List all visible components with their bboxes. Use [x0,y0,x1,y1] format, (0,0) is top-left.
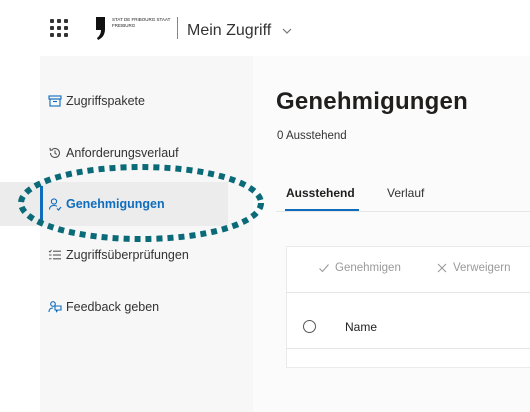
app-title[interactable]: Mein Zugriff [187,22,271,40]
chevron-down-icon[interactable] [282,28,292,34]
fribourg-logo-icon [96,17,105,40]
column-header-name[interactable]: Name [345,320,377,334]
approve-label: Genehmigen [335,262,401,274]
approve-button[interactable]: Genehmigen [318,262,401,274]
header-divider [177,17,178,39]
top-bar: STAT DE FRIBOURG STAAT FREIBURG Mein Zug… [40,0,530,57]
deny-label: Verweigern [453,262,511,274]
table-header-row [286,312,530,349]
logo-text: STAT DE FRIBOURG STAAT FREIBURG [112,17,171,28]
pending-count: 0 Ausstehend [277,130,347,142]
checklist-icon [48,249,61,260]
page-title: Genehmigungen [276,88,468,115]
annotation-highlight-ring [18,164,264,242]
select-all-checkbox[interactable] [303,320,316,333]
tabs-divider [276,211,530,212]
tab-active-underline [285,209,359,211]
app-launcher-icon[interactable] [50,19,68,37]
feedback-icon [48,301,62,313]
tab-ausstehend[interactable]: Ausstehend [286,186,355,200]
sidebar-item-label: Zugriffspakete [66,94,145,108]
tab-verlauf[interactable]: Verlauf [387,186,424,200]
sidebar-item-label: Feedback geben [66,300,160,314]
deny-button[interactable]: Verweigern [436,262,511,274]
checkmark-icon [319,264,329,273]
sidebar-item-label: Zugriffsüberprüfungen [66,248,189,262]
package-icon [48,95,62,107]
close-icon [437,263,447,273]
sidebar-item-label: Anforderungsverlauf [66,146,179,160]
sidebar-item-feedback[interactable]: Feedback geben [48,292,159,322]
sidebar-item-zugriffsueberpruefungen[interactable]: Zugriffsüberprüfungen [48,240,189,270]
history-icon [49,147,61,158]
sidebar-item-zugriffspakete[interactable]: Zugriffspakete [48,86,145,116]
